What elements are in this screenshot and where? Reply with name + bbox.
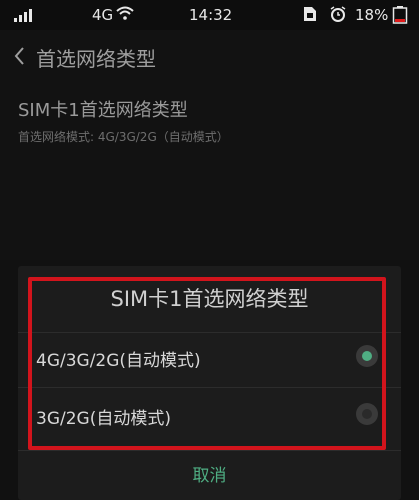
signal-icon — [14, 9, 32, 22]
clock: 14:32 — [189, 6, 233, 24]
app-header: 首选网络类型 — [0, 30, 419, 82]
status-bar: 4G 14:32 18% — [0, 0, 419, 30]
page-title: 首选网络类型 — [36, 47, 156, 71]
alarm-icon — [330, 6, 346, 22]
highlight-box — [28, 277, 386, 450]
battery-percent: 18% — [355, 6, 389, 24]
setting-title: SIM卡1首选网络类型 — [18, 100, 188, 121]
wifi-icon — [116, 6, 134, 20]
back-chevron-icon[interactable] — [10, 44, 30, 68]
setting-subtitle: 首选网络模式: 4G/3G/2G（自动模式） — [18, 130, 229, 144]
sim-icon — [304, 7, 316, 21]
battery-icon — [392, 6, 408, 24]
cancel-button[interactable]: 取消 — [18, 452, 401, 500]
setting-preferred-network-sim1[interactable]: SIM卡1首选网络类型 首选网络模式: 4G/3G/2G（自动模式） — [18, 96, 229, 145]
network-type: 4G — [92, 6, 114, 24]
cancel-divider — [18, 450, 401, 451]
